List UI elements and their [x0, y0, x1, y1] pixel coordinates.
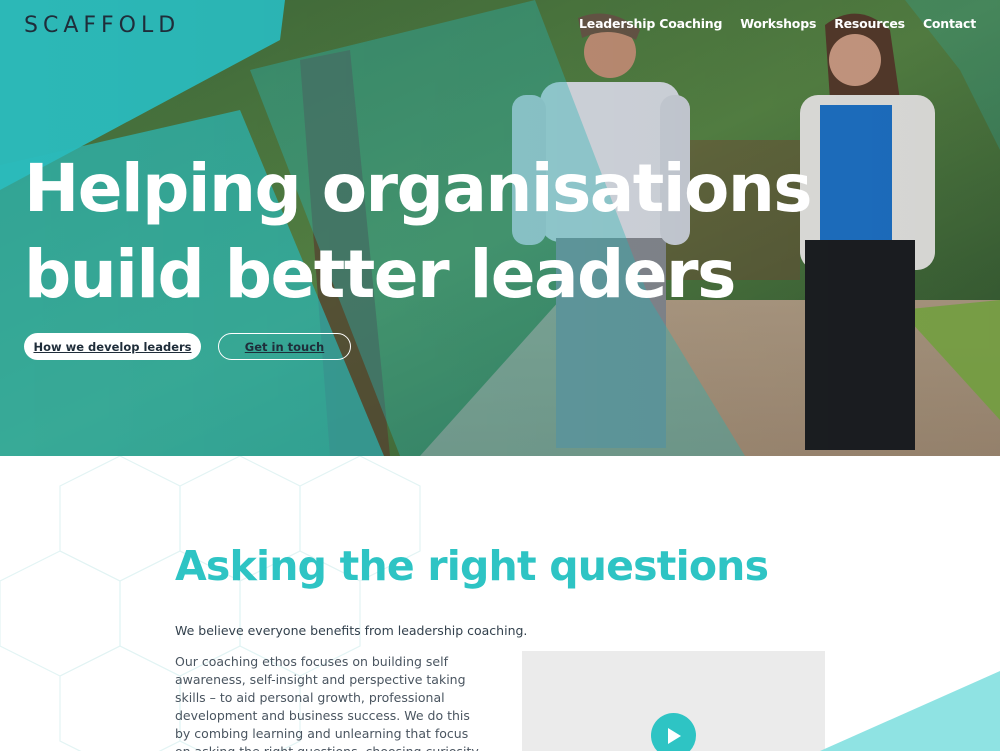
intro-section: Asking the right questions We believe ev… — [0, 456, 1000, 751]
get-in-touch-button[interactable]: Get in touch — [218, 333, 351, 360]
nav-leadership-coaching[interactable]: Leadership Coaching — [579, 16, 722, 31]
logo-text: SCAFFOLD — [24, 13, 181, 38]
play-icon — [667, 727, 681, 744]
nav-resources[interactable]: Resources — [834, 16, 905, 31]
section-heading: Asking the right questions — [175, 542, 769, 590]
body-text: Our coaching ethos focuses on building s… — [175, 654, 479, 751]
hero-section: SCAFFOLD Leadership Coaching Workshops R… — [0, 0, 1000, 456]
nav-contact[interactable]: Contact — [923, 16, 976, 31]
lead-text: We believe everyone benefits from leader… — [175, 623, 528, 638]
logo[interactable]: SCAFFOLD — [24, 13, 180, 39]
how-we-develop-leaders-button[interactable]: How we develop leaders — [24, 333, 201, 360]
hero-title-line-2: build better leaders — [24, 236, 736, 313]
corner-decoration — [820, 671, 1000, 751]
nav-workshops[interactable]: Workshops — [740, 16, 816, 31]
hero-title: Helping organisations build better leade… — [24, 146, 924, 318]
main-nav: Leadership Coaching Workshops Resources … — [579, 16, 976, 31]
hero-title-line-1: Helping organisations — [24, 150, 813, 227]
video-player[interactable] — [522, 651, 825, 751]
play-button[interactable] — [651, 713, 696, 751]
